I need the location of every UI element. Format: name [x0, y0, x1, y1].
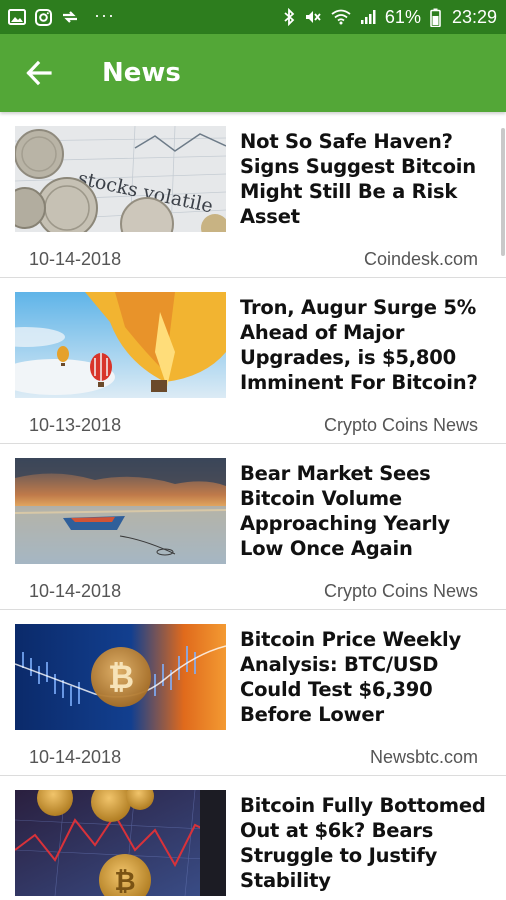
news-source: Crypto Coins News	[323, 581, 478, 601]
battery-icon	[430, 8, 441, 27]
scrollbar[interactable]	[501, 128, 505, 256]
battery-percentage: 61%	[384, 6, 421, 27]
news-source: Crypto Coins News	[323, 415, 478, 435]
instagram-icon	[35, 8, 52, 26]
news-source: Newsbtc.com	[369, 747, 478, 767]
news-thumbnail	[15, 292, 226, 398]
clock: 23:29	[451, 6, 497, 27]
news-source: Coindesk.com	[363, 249, 478, 269]
news-item[interactable]: stocks volatile Not So Safe Haven? Signs…	[0, 112, 506, 278]
svg-text:₿: ₿	[114, 867, 135, 896]
wifi-icon	[331, 9, 351, 25]
news-date: 10-14-2018	[29, 249, 122, 269]
svg-text:₿: ₿	[108, 658, 134, 696]
status-bar-right: 61% 23:29	[283, 7, 497, 28]
news-thumbnail	[15, 458, 226, 564]
news-date: 10-14-2018	[29, 581, 122, 601]
app-bar: News	[0, 34, 506, 112]
news-item[interactable]: Tron, Augur Surge 5% Ahead of Major Upgr…	[0, 278, 506, 444]
mute-icon	[304, 8, 322, 26]
gallery-icon	[8, 9, 26, 25]
news-headline: Bitcoin Price Weekly Analysis: BTC/USD C…	[240, 628, 461, 726]
news-date: 10-14-2018	[29, 747, 122, 767]
arrow-back-icon	[26, 60, 52, 86]
news-headline: Tron, Augur Surge 5% Ahead of Major Upgr…	[240, 296, 478, 394]
news-headline: Bitcoin Fully Bottomed Out at $6k? Bears…	[240, 794, 486, 892]
news-headline: Bear Market Sees Bitcoin Volume Approach…	[240, 462, 451, 560]
more-notifications-indicator: ···	[94, 4, 115, 25]
bluetooth-icon	[283, 8, 295, 26]
news-item[interactable]: Bear Market Sees Bitcoin Volume Approach…	[0, 444, 506, 610]
news-item[interactable]: ₿ Bitcoin Price Weekly Analysis: BTC/USD…	[0, 610, 506, 776]
news-list: stocks volatile Not So Safe Haven? Signs…	[0, 112, 506, 900]
signal-icon	[360, 9, 376, 25]
status-bar-left: ···	[8, 5, 115, 26]
back-button[interactable]	[14, 48, 64, 98]
news-date: 10-13-2018	[29, 415, 122, 435]
news-thumbnail: ₿	[15, 624, 226, 730]
news-thumbnail: ₿	[15, 790, 226, 896]
sync-icon	[61, 9, 79, 25]
news-headline: Not So Safe Haven? Signs Suggest Bitcoin…	[240, 130, 476, 228]
news-thumbnail: stocks volatile	[15, 126, 226, 232]
news-item[interactable]: ₿ Bitcoin Fully Bottomed Out at $6k? Bea…	[0, 776, 506, 900]
page-title: News	[102, 58, 181, 88]
status-bar: ··· 61% 23:29	[0, 0, 506, 34]
